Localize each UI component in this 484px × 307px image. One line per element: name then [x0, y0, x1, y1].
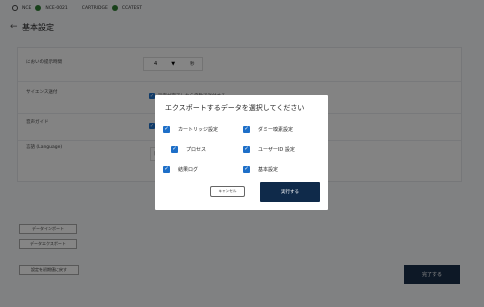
option-label: 結果ログ — [178, 167, 199, 173]
option-label: カートリッジ設定 — [178, 127, 219, 133]
execute-button[interactable]: 実行する — [260, 182, 320, 202]
checkbox-checked-icon[interactable]: ✓ — [171, 146, 178, 153]
checkbox-checked-icon[interactable]: ✓ — [243, 126, 250, 133]
dialog-title: エクスポートするデータを選択してください — [165, 104, 305, 112]
option-cartridge-settings[interactable]: ✓ カートリッジ設定 — [163, 126, 218, 133]
option-label: 基本設定 — [258, 167, 279, 173]
app-window: NCE NCE-0021 CARTRIDGE CCATEST ← 基本設定 にお… — [0, 0, 484, 307]
option-result-log[interactable]: ✓ 結果ログ — [163, 166, 198, 173]
checkbox-checked-icon[interactable]: ✓ — [243, 166, 250, 173]
option-label: ユーザーID 設定 — [258, 147, 295, 153]
export-dialog: エクスポートするデータを選択してください ✓ カートリッジ設定 ✓ ダミー嗅素設… — [155, 95, 328, 210]
option-user-id-settings[interactable]: ✓ ユーザーID 設定 — [243, 146, 295, 153]
checkbox-checked-icon[interactable]: ✓ — [243, 146, 250, 153]
option-process[interactable]: ✓ プロセス — [171, 146, 206, 153]
cancel-button[interactable]: キャンセル — [210, 186, 245, 197]
option-basic-settings[interactable]: ✓ 基本設定 — [243, 166, 278, 173]
option-label: プロセス — [186, 147, 207, 153]
checkbox-checked-icon[interactable]: ✓ — [163, 166, 170, 173]
option-dummy-odor-settings[interactable]: ✓ ダミー嗅素設定 — [243, 126, 293, 133]
option-label: ダミー嗅素設定 — [258, 127, 294, 133]
checkbox-checked-icon[interactable]: ✓ — [163, 126, 170, 133]
